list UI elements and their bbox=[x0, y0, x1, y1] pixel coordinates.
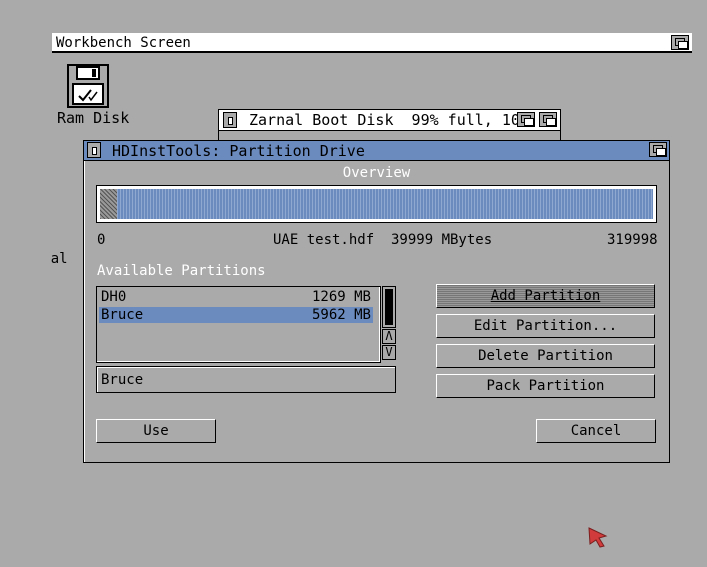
boot-disk-title: Zarnal Boot Disk 99% full, 10K bbox=[249, 111, 529, 129]
zoom-gadget-icon[interactable] bbox=[517, 112, 535, 127]
list-item[interactable]: DH0 1269 MB bbox=[99, 289, 373, 305]
chevron-up-icon: Λ bbox=[385, 329, 393, 343]
pack-partition-label: Pack Partition bbox=[486, 378, 605, 394]
edit-partition-label: Edit Partition... bbox=[473, 318, 618, 334]
overview-label: Overview bbox=[342, 165, 411, 181]
screen-title: Workbench Screen bbox=[56, 35, 191, 51]
add-partition-button[interactable]: Add Partition bbox=[436, 284, 655, 308]
hidden-icon-label-text: Zarnal bbox=[50, 252, 68, 266]
overview-max: 319998 bbox=[607, 232, 658, 248]
screen-depth-gadget-icon[interactable] bbox=[671, 35, 689, 50]
dialog-title: HDInstTools: Partition Drive bbox=[112, 142, 365, 160]
partition-name: DH0 bbox=[101, 289, 127, 305]
dialog-titlebar[interactable]: HDInstTools: Partition Drive bbox=[84, 141, 669, 161]
overview-file: UAE test.hdf 39999 MBytes bbox=[273, 232, 493, 248]
boot-disk-titlebar[interactable]: Zarnal Boot Disk 99% full, 10K bbox=[219, 110, 560, 131]
depth-gadget-icon[interactable] bbox=[539, 112, 557, 127]
delete-partition-button[interactable]: Delete Partition bbox=[436, 344, 655, 368]
add-partition-label: Add Partition bbox=[490, 288, 601, 304]
pack-partition-button[interactable]: Pack Partition bbox=[436, 374, 655, 398]
partition-size: 1269 MB bbox=[311, 289, 371, 305]
cancel-label: Cancel bbox=[570, 423, 622, 439]
chevron-down-icon: V bbox=[385, 345, 393, 359]
floppy-disk-icon bbox=[67, 64, 109, 108]
list-item-selected[interactable]: Bruce 5962 MB bbox=[99, 307, 373, 323]
partition-name: Bruce bbox=[101, 307, 144, 323]
hidden-icon-label: Zarnal bbox=[50, 252, 80, 266]
dialog-depth-gadget-icon[interactable] bbox=[649, 142, 667, 157]
mouse-pointer-icon bbox=[588, 527, 608, 548]
partition-drive-dialog[interactable]: HDInstTools: Partition Drive Overview 0 … bbox=[83, 140, 670, 463]
partition-name-field[interactable] bbox=[96, 366, 396, 393]
edit-partition-button[interactable]: Edit Partition... bbox=[436, 314, 655, 338]
partition-size: 5962 MB bbox=[311, 307, 371, 323]
ram-disk-label: Ram Disk bbox=[57, 109, 130, 127]
scroll-up-button[interactable]: Λ bbox=[382, 329, 396, 344]
use-button[interactable]: Use bbox=[96, 419, 216, 443]
overview-bar bbox=[96, 185, 657, 223]
partition-scrollbar[interactable] bbox=[382, 286, 396, 328]
overview-free-space bbox=[100, 189, 653, 219]
workbench-screen-bar[interactable]: Workbench Screen bbox=[52, 33, 692, 53]
boot-disk-window[interactable]: Zarnal Boot Disk 99% full, 10K bbox=[218, 109, 561, 141]
scrollbar-knob[interactable] bbox=[385, 289, 393, 325]
partition-name-input[interactable] bbox=[101, 371, 389, 388]
ram-disk-icon[interactable] bbox=[67, 64, 109, 108]
overview-used-space bbox=[100, 189, 117, 219]
use-label: Use bbox=[143, 423, 169, 439]
dialog-close-gadget-icon[interactable] bbox=[87, 142, 101, 158]
delete-partition-label: Delete Partition bbox=[478, 348, 613, 364]
partition-list[interactable]: DH0 1269 MB Bruce 5962 MB bbox=[96, 286, 381, 363]
cancel-button[interactable]: Cancel bbox=[536, 419, 656, 443]
available-partitions-label: Available Partitions bbox=[97, 263, 266, 279]
overview-min: 0 bbox=[97, 232, 106, 248]
scroll-down-button[interactable]: V bbox=[382, 345, 396, 360]
close-gadget-icon[interactable] bbox=[223, 112, 237, 128]
